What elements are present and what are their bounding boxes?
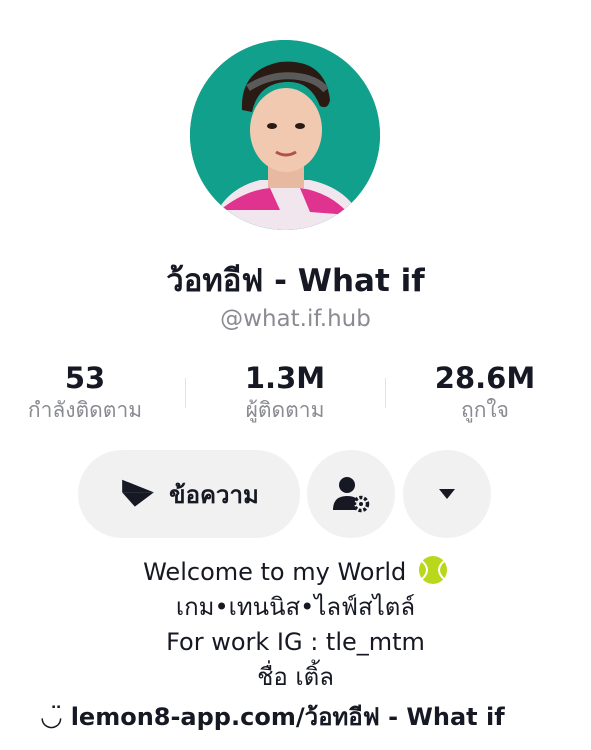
likes-count: 28.6M (434, 361, 536, 395)
bio-line: For work IG : tle_mtm (166, 628, 425, 656)
stat-followers[interactable]: 1.3M ผู้ติดตาม (185, 360, 385, 424)
more-options-button[interactable] (403, 450, 491, 538)
stat-likes[interactable]: 28.6M ถูกใจ (385, 360, 585, 424)
avatar-image (190, 40, 380, 230)
send-icon (122, 479, 155, 507)
following-count: 53 (64, 361, 106, 395)
tennis-ball-icon (418, 556, 447, 584)
user-settings-icon (333, 477, 370, 513)
bio-line-1-text: Welcome to my World (143, 558, 407, 586)
following-label: กำลังติดตาม (27, 398, 143, 422)
message-button-label: ข้อความ (169, 480, 259, 509)
link-icon: ◡̈ (40, 701, 63, 732)
followers-label: ผู้ติดตาม (245, 398, 325, 422)
profile-display-name: ว้อทอีฟ - What if (166, 263, 425, 299)
profile-stats: 53 กำลังติดตาม 1.3M ผู้ติดตาม 28.6M ถูกใ… (0, 360, 591, 430)
followers-count: 1.3M (244, 361, 326, 395)
profile-link-text: lemon8-app.com/ว้อทอีฟ - What if (70, 703, 505, 731)
manage-user-button[interactable] (307, 450, 395, 538)
profile-link[interactable]: ◡̈ lemon8-app.com/ว้อทอีฟ - What if (40, 697, 505, 736)
profile-handle: @what.if.hub (220, 306, 371, 332)
bio-line: ชื่อ เติ้ล (257, 663, 334, 691)
likes-label: ถูกใจ (461, 398, 509, 422)
avatar[interactable] (190, 40, 380, 230)
profile-bio: Welcome to my World เกม•เทนนิส•ไลฟ์สไตล์… (0, 555, 591, 695)
message-button[interactable]: ข้อความ (78, 450, 300, 538)
bio-line: Welcome to my World (0, 555, 591, 590)
dropdown-caret-icon (439, 489, 455, 499)
bio-line: เกม•เทนนิส•ไลฟ์สไตล์ (175, 593, 416, 621)
stat-following[interactable]: 53 กำลังติดตาม (5, 360, 165, 424)
